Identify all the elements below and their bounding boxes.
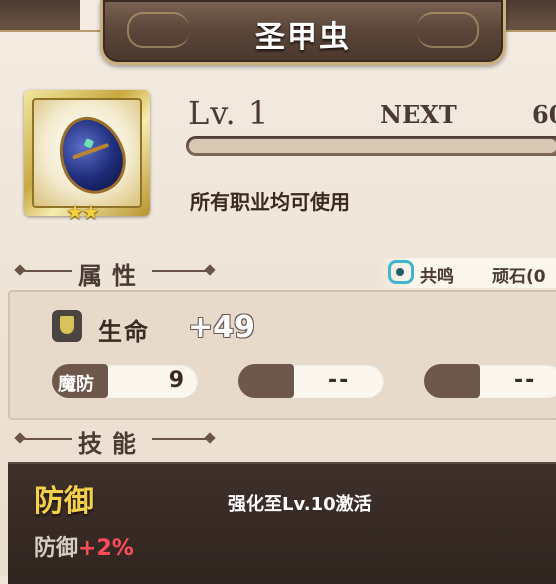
header-line-left bbox=[22, 270, 72, 272]
next-label: NEXT bbox=[380, 100, 457, 129]
exp-progress-fill bbox=[189, 139, 556, 153]
resonance-info[interactable]: 共鸣 顽石(0 bbox=[380, 258, 556, 288]
skill-name: 防御 bbox=[34, 484, 94, 519]
stat-value: -- bbox=[514, 368, 537, 393]
exp-progress-bar bbox=[186, 136, 556, 156]
top-divider-left bbox=[0, 30, 100, 32]
skill-effect-value: +2% bbox=[78, 536, 134, 561]
attributes-header: 属性 bbox=[12, 256, 216, 290]
item-icon-frame[interactable]: ★★ bbox=[24, 90, 150, 224]
header-line-right bbox=[152, 438, 212, 440]
rarity-stars-icon: ★★ bbox=[66, 200, 100, 224]
top-right-ornament bbox=[500, 0, 556, 30]
stat-value: 9 bbox=[168, 368, 184, 393]
skill-effect-stat: 防御 bbox=[34, 536, 79, 561]
class-restriction-note: 所有职业均可使用 bbox=[190, 190, 350, 214]
hp-value: +49 bbox=[188, 310, 255, 345]
top-left-ornament bbox=[0, 0, 80, 30]
top-divider-right bbox=[500, 30, 556, 32]
hp-label: 生命 bbox=[98, 318, 150, 346]
stat-key-badge bbox=[424, 364, 480, 398]
resonance-label: 共鸣 bbox=[420, 267, 454, 287]
stat-pill-empty: -- bbox=[238, 364, 384, 398]
title-banner: 圣甲虫 bbox=[100, 0, 506, 65]
item-title: 圣甲虫 bbox=[255, 20, 351, 55]
stat-key-badge bbox=[238, 364, 294, 398]
stat-value: -- bbox=[328, 368, 351, 393]
header-line-left bbox=[22, 438, 72, 440]
header-line-right bbox=[152, 270, 212, 272]
next-exp-value: 60 bbox=[532, 100, 556, 129]
stat-key-badge: 魔防 bbox=[52, 364, 108, 398]
skills-header: 技能 bbox=[12, 424, 216, 458]
resonance-icon bbox=[388, 260, 414, 284]
stat-pill-empty: -- bbox=[424, 364, 556, 398]
skills-header-label: 技能 bbox=[78, 430, 146, 458]
skill-requirement: 强化至Lv.10激活 bbox=[228, 494, 372, 515]
item-icon-background bbox=[32, 98, 142, 208]
skill-effect: 防御+2% bbox=[34, 530, 134, 562]
resonance-stone: 顽石(0 bbox=[492, 267, 546, 287]
attributes-panel bbox=[8, 290, 556, 420]
shield-icon bbox=[52, 310, 82, 342]
attributes-header-label: 属性 bbox=[78, 262, 146, 290]
stat-key-label: 魔防 bbox=[58, 374, 94, 395]
scarab-egg-icon bbox=[48, 107, 136, 203]
item-level: Lv. 1 bbox=[188, 94, 270, 132]
stat-pill-magic-defense: 魔防 9 bbox=[52, 364, 198, 398]
